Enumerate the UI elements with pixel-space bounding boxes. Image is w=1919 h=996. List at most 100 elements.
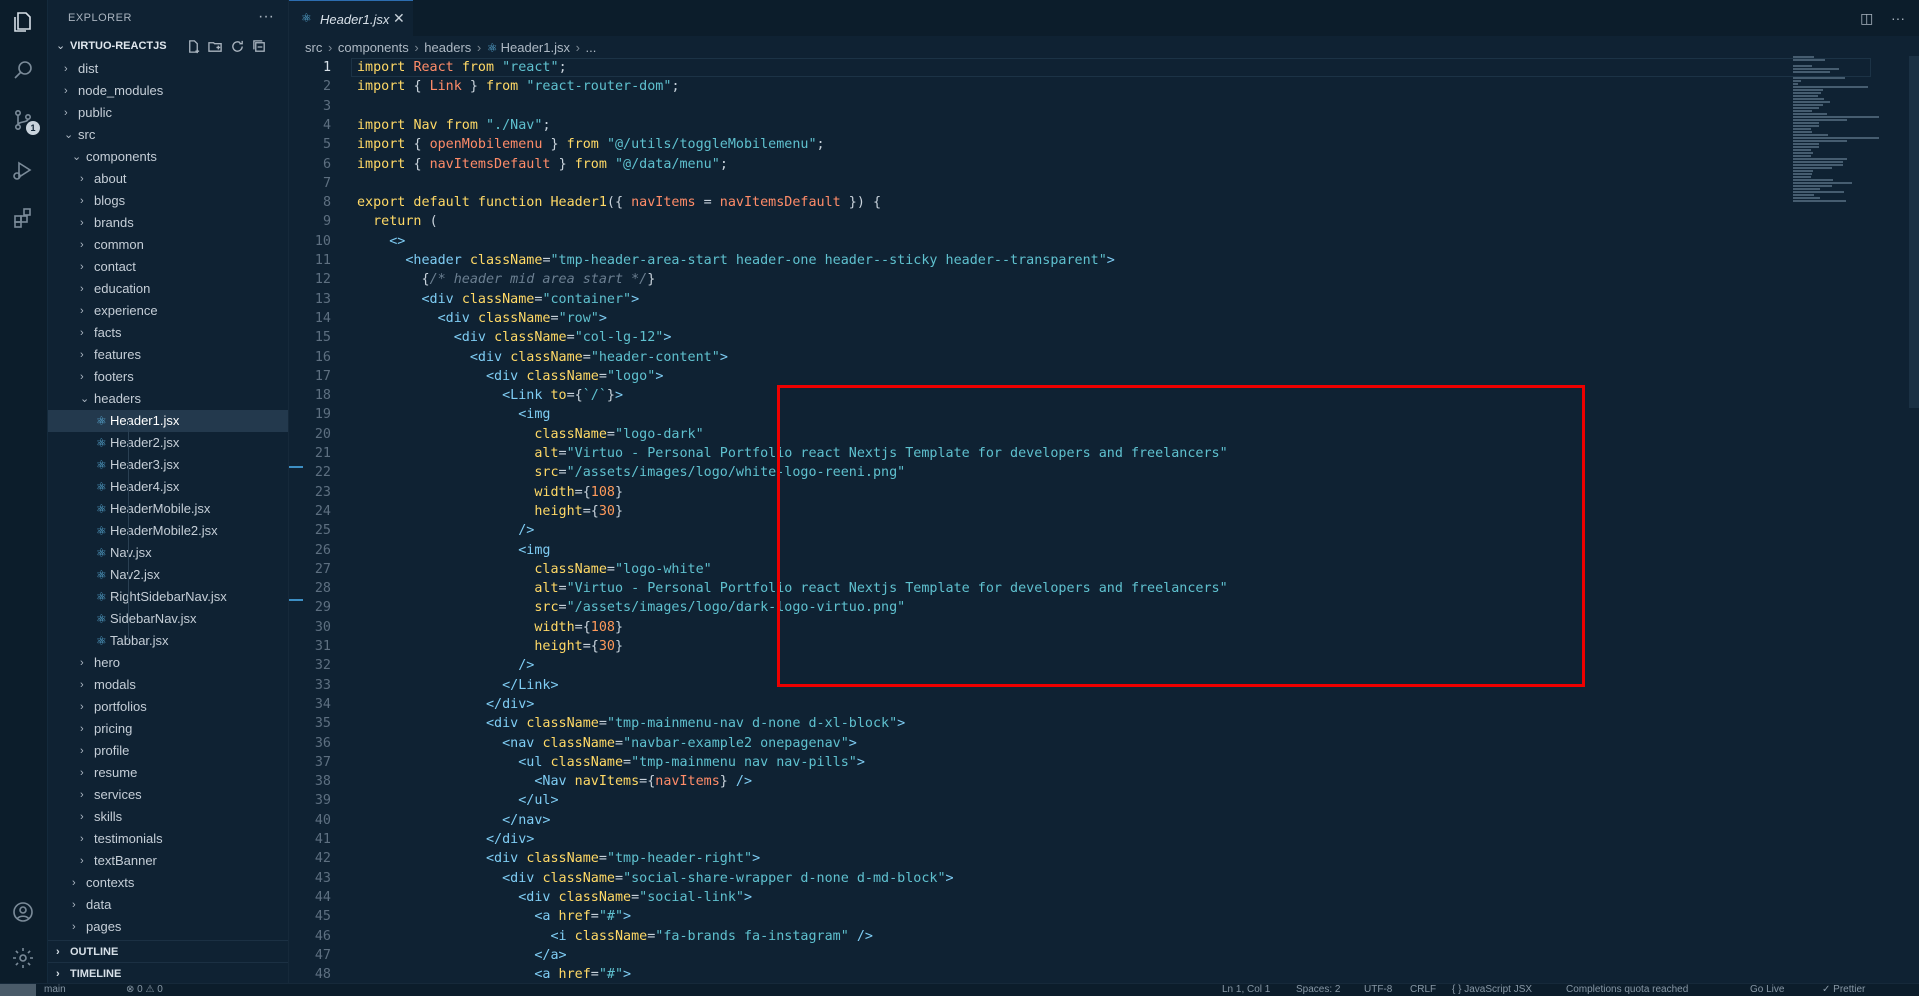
react-file-icon: ⚛ (96, 568, 107, 582)
minimap[interactable] (1789, 56, 1889, 206)
folder-item[interactable]: › pricing (48, 718, 288, 740)
eol-status[interactable]: CRLF (1410, 984, 1436, 996)
folder-item[interactable]: › portfolios (48, 696, 288, 718)
folder-item[interactable]: › data (48, 894, 288, 916)
file-item[interactable]: ⚛ SidebarNav.jsx (48, 608, 288, 630)
folder-item[interactable]: › experience (48, 300, 288, 322)
file-item[interactable]: ⚛ RightSidebarNav.jsx (48, 586, 288, 608)
breadcrumb-item[interactable]: ... (586, 40, 597, 55)
minimap-line (1793, 179, 1833, 181)
explorer-icon[interactable] (11, 10, 35, 34)
file-item[interactable]: ⚛ Header3.jsx (48, 454, 288, 476)
chevron-right-icon: › (80, 283, 84, 295)
code-line: 7 (289, 174, 1789, 193)
collapse-all-icon[interactable] (252, 39, 268, 55)
folder-item[interactable]: › footers (48, 366, 288, 388)
file-item[interactable]: ⚛ Nav2.jsx (48, 564, 288, 586)
tree-item-label: Header3.jsx (110, 457, 180, 472)
code-token: = (558, 465, 567, 481)
file-item[interactable]: ⚛ Tabbar.jsx (48, 630, 288, 652)
file-item[interactable]: ⚛ Header2.jsx (48, 432, 288, 454)
more-actions-icon[interactable]: ··· (258, 8, 274, 26)
chevron-down-icon: ⌄ (56, 40, 66, 52)
file-item[interactable]: ⚛ Nav.jsx (48, 542, 288, 564)
code-token: "./Nav" (486, 117, 543, 133)
search-icon[interactable] (11, 58, 35, 82)
line-content: height={30} (357, 502, 623, 521)
line-number: 5 (322, 137, 331, 153)
code-line: 34 </div> (289, 695, 1789, 714)
folder-item[interactable]: › textBanner (48, 850, 288, 872)
tree-item-label: about (94, 171, 127, 186)
more-actions-icon[interactable]: ··· (1891, 10, 1905, 26)
folder-item[interactable]: › testimonials (48, 828, 288, 850)
new-file-icon[interactable] (186, 39, 202, 55)
folder-item[interactable]: › pages (48, 916, 288, 938)
breadcrumb-item[interactable]: Header1.jsx (501, 40, 570, 55)
split-editor-icon[interactable]: ◫ (1860, 10, 1873, 27)
file-item[interactable]: ⚛ Header4.jsx (48, 476, 288, 498)
folder-item[interactable]: › modals (48, 674, 288, 696)
folder-item[interactable]: › node_modules (48, 80, 288, 102)
folder-item[interactable]: › resume (48, 762, 288, 784)
code-token: <div (357, 851, 527, 867)
folder-item[interactable]: › skills (48, 806, 288, 828)
copilot-notice[interactable]: Completions quota reached (1566, 984, 1688, 996)
refresh-icon[interactable] (230, 39, 246, 55)
folder-item[interactable]: › blogs (48, 190, 288, 212)
folder-item[interactable]: ⌄ src (48, 124, 288, 146)
folder-item[interactable]: › about (48, 168, 288, 190)
folder-item[interactable]: ⌄ headers (48, 388, 288, 410)
indentation-status[interactable]: Spaces: 2 (1296, 984, 1340, 996)
timeline-section[interactable]: › TIMELINE (48, 962, 288, 985)
account-icon[interactable] (11, 900, 35, 924)
code-token: <div (357, 349, 511, 365)
folder-item[interactable]: › features (48, 344, 288, 366)
code-line: 5 import { openMobilemenu } from "@/utils… (289, 135, 1789, 154)
folder-item[interactable]: › profile (48, 740, 288, 762)
folder-item[interactable]: › brands (48, 212, 288, 234)
folder-item[interactable]: › hero (48, 652, 288, 674)
folder-item[interactable]: › facts (48, 322, 288, 344)
scrollbar-thumb[interactable] (1909, 56, 1919, 408)
problems-status[interactable]: ⊗ 0 ⚠ 0 (126, 984, 163, 996)
new-folder-icon[interactable] (208, 39, 224, 55)
file-item[interactable]: ⚛ HeaderMobile.jsx (48, 498, 288, 520)
breadcrumb-item[interactable]: components (338, 40, 409, 55)
outline-section[interactable]: › OUTLINE (48, 940, 288, 963)
file-item[interactable]: ⚛ Header1.jsx (48, 410, 288, 432)
code-line: 13 <div className="container"> (289, 290, 1789, 309)
remote-indicator[interactable] (0, 984, 36, 996)
code-line: 9 return ( (289, 212, 1789, 231)
branch-status[interactable]: main (44, 984, 66, 996)
breadcrumb-item[interactable]: src (305, 40, 322, 55)
code-token: Link (429, 79, 470, 95)
line-content: width={108} (357, 483, 623, 502)
cursor-position[interactable]: Ln 1, Col 1 (1222, 984, 1270, 996)
tab-header1[interactable]: ⚛ Header1.jsx ✕ (289, 0, 413, 37)
code-token: alt (357, 446, 559, 461)
line-number: 6 (322, 156, 331, 172)
prettier-status[interactable]: ✓ Prettier (1822, 984, 1865, 996)
code-token: className (526, 368, 599, 384)
folder-item[interactable]: ⌄ components (48, 146, 288, 168)
tree-item-label: public (78, 105, 112, 120)
folder-item[interactable]: › public (48, 102, 288, 124)
go-live-button[interactable]: Go Live (1750, 984, 1784, 996)
encoding-status[interactable]: UTF-8 (1364, 984, 1392, 996)
folder-item[interactable]: › common (48, 234, 288, 256)
folder-item[interactable]: › contexts (48, 872, 288, 894)
breadcrumb-item[interactable]: headers (424, 40, 471, 55)
folder-item[interactable]: › dist (48, 58, 288, 80)
project-header[interactable]: ⌄ VIRTUO-REACTJS (48, 36, 288, 58)
language-mode[interactable]: { } JavaScript JSX (1452, 984, 1532, 996)
file-item[interactable]: ⚛ HeaderMobile2.jsx (48, 520, 288, 542)
minimap-line (1793, 83, 1798, 85)
extensions-icon[interactable] (11, 206, 35, 230)
folder-item[interactable]: › education (48, 278, 288, 300)
run-debug-icon[interactable] (11, 158, 35, 182)
folder-item[interactable]: › services (48, 784, 288, 806)
settings-gear-icon[interactable] (11, 946, 35, 970)
close-icon[interactable]: ✕ (393, 10, 405, 27)
folder-item[interactable]: › contact (48, 256, 288, 278)
